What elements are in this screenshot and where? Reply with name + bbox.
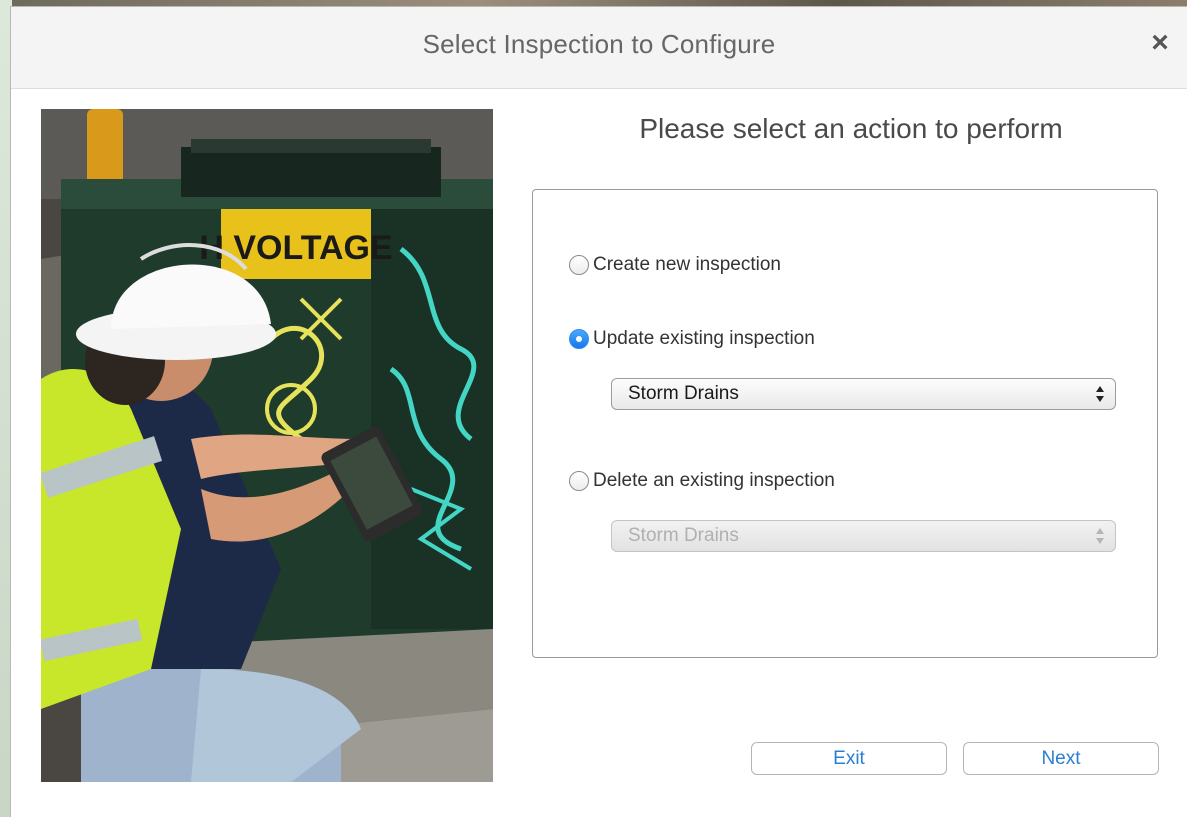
action-options-box: Create new inspection Update existing in… [532, 189, 1158, 658]
panel-heading: Please select an action to perform [639, 113, 1063, 144]
next-button[interactable]: Next [963, 742, 1159, 775]
inspection-dialog: Select Inspection to Configure × H VOLTA… [10, 6, 1187, 817]
option-update-existing[interactable]: Update existing inspection [569, 326, 815, 352]
warning-sign-text: H VOLTAGE [199, 229, 392, 267]
update-select-value: Storm Drains [628, 383, 739, 404]
update-inspection-select[interactable]: Storm Drains [611, 378, 1116, 410]
delete-inspection-select: Storm Drains [611, 520, 1116, 552]
radio-update-existing[interactable] [569, 329, 589, 349]
inspector-photo: H VOLTAGE [41, 109, 493, 782]
close-button[interactable]: × [1145, 25, 1175, 61]
dialog-title: Select Inspection to Configure [422, 29, 776, 59]
radio-delete-existing[interactable] [569, 471, 589, 491]
delete-select-value: Storm Drains [628, 525, 739, 546]
exit-button[interactable]: Exit [751, 742, 947, 775]
select-arrows-icon [1096, 386, 1104, 402]
option-update-existing-label: Update existing inspection [593, 328, 815, 349]
select-arrows-icon [1096, 528, 1104, 544]
option-create-new-label: Create new inspection [593, 254, 781, 275]
close-icon: × [1151, 26, 1169, 59]
option-delete-existing[interactable]: Delete an existing inspection [569, 468, 835, 494]
radio-create-new[interactable] [569, 255, 589, 275]
dialog-header: Select Inspection to Configure × [11, 7, 1187, 89]
option-create-new[interactable]: Create new inspection [569, 252, 781, 278]
option-delete-existing-label: Delete an existing inspection [593, 470, 835, 491]
